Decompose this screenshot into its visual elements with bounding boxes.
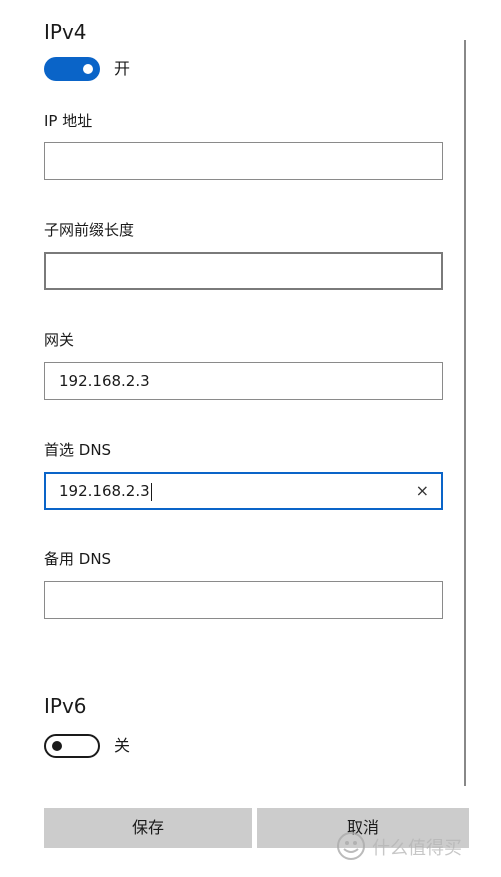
ipv4-toggle[interactable] <box>44 57 100 81</box>
alternate-dns-label: 备用 DNS <box>44 550 112 568</box>
preferred-dns-input[interactable]: 192.168.2.3 × <box>44 472 443 510</box>
gateway-label: 网关 <box>44 331 75 349</box>
toggle-knob <box>52 741 62 751</box>
subnet-prefix-label: 子网前缀长度 <box>44 221 135 239</box>
alternate-dns-input[interactable] <box>44 581 443 619</box>
gateway-input[interactable]: 192.168.2.3 <box>44 362 443 400</box>
subnet-prefix-input[interactable] <box>44 252 443 290</box>
clear-icon[interactable]: × <box>416 474 429 508</box>
ip-address-label: IP 地址 <box>44 112 93 130</box>
scrollbar[interactable] <box>464 40 466 786</box>
ipv4-toggle-state: 开 <box>114 59 131 78</box>
text-caret <box>150 482 152 501</box>
ipv6-toggle[interactable] <box>44 734 100 758</box>
ipv6-toggle-state: 关 <box>114 736 131 755</box>
save-button[interactable]: 保存 <box>44 808 252 848</box>
preferred-dns-value: 192.168.2.3 <box>59 482 150 500</box>
toggle-knob <box>83 64 93 74</box>
watermark: 什么值得买 <box>336 828 496 864</box>
preferred-dns-label: 首选 DNS <box>44 441 112 459</box>
watermark-text: 什么值得买 <box>372 838 462 859</box>
ipv6-section-title: IPv6 <box>44 694 87 718</box>
ipv4-section-title: IPv4 <box>44 20 87 44</box>
watermark-logo-icon <box>337 832 365 860</box>
ip-address-input[interactable] <box>44 142 443 180</box>
